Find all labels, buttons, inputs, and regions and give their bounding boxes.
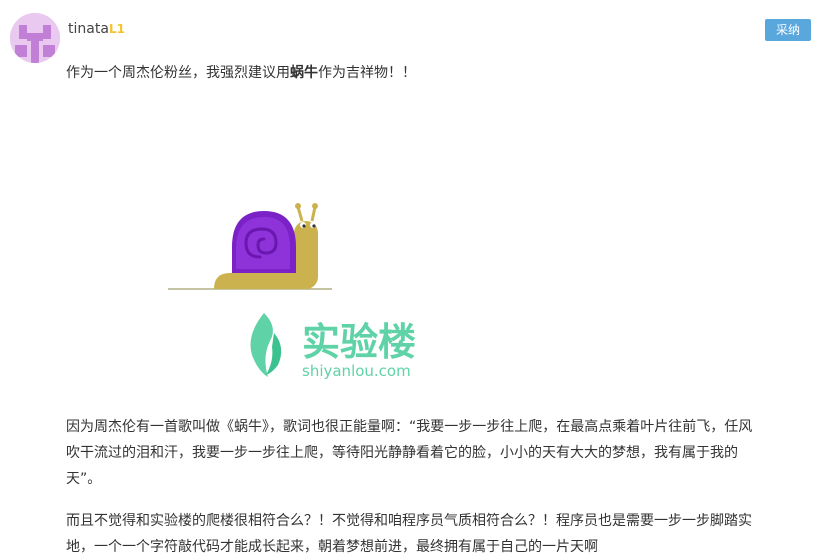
logo-url-text: shiyanlou.com [302, 362, 411, 380]
paragraph-programmer-line-2: 地，一个一个字符敲代码才能成长起来，朝着梦想前进，最终拥有属于自己的一片天啊 [66, 539, 598, 555]
shiyanlou-logo: 实验楼 shiyanlou.com [250, 313, 416, 380]
snail-mascot-image: 实验楼 shiyanlou.com [160, 195, 430, 395]
paragraph-lyrics-line-1: 因为周杰伦有一首歌叫做《蜗牛》，歌词也很正能量啊：“我要一步一步往上爬，在最高点… [66, 419, 753, 435]
logo-chinese-text: 实验楼 [302, 320, 416, 364]
intro-text-before: 作为一个周杰伦粉丝，我强烈建议用 [66, 65, 290, 81]
avatar-pattern-icon [10, 13, 60, 63]
paragraph-lyrics-line-3: 天”。 [66, 471, 102, 487]
paragraph-programmer-line-1: 而且不觉得和实验楼的爬楼很相符合么？！不觉得和咱程序员气质相符合么？！程序员也是… [66, 513, 752, 529]
intro-text: 作为一个周杰伦粉丝，我强烈建议用蜗牛作为吉祥物！！ [66, 63, 416, 83]
adopt-button[interactable]: 采纳 [765, 19, 811, 41]
paragraph-lyrics-line-2: 吹干流过的泪和汗，我要一步一步往上爬，等待阳光静静看着它的脸，小小的天有大大的梦… [66, 445, 738, 461]
author-name[interactable]: tinata [68, 20, 109, 38]
snail-icon [214, 203, 318, 289]
intro-text-bold: 蜗牛 [290, 65, 318, 81]
intro-text-after: 作为吉祥物！！ [318, 65, 416, 81]
paragraph-lyrics: 因为周杰伦有一首歌叫做《蜗牛》，歌词也很正能量啊：“我要一步一步往上爬，在最高点… [66, 414, 822, 492]
author-avatar[interactable] [10, 13, 60, 63]
paragraph-programmer: 而且不觉得和实验楼的爬楼很相符合么？！不觉得和咱程序员气质相符合么？！程序员也是… [66, 508, 822, 560]
level-badge: L1 [109, 22, 125, 36]
